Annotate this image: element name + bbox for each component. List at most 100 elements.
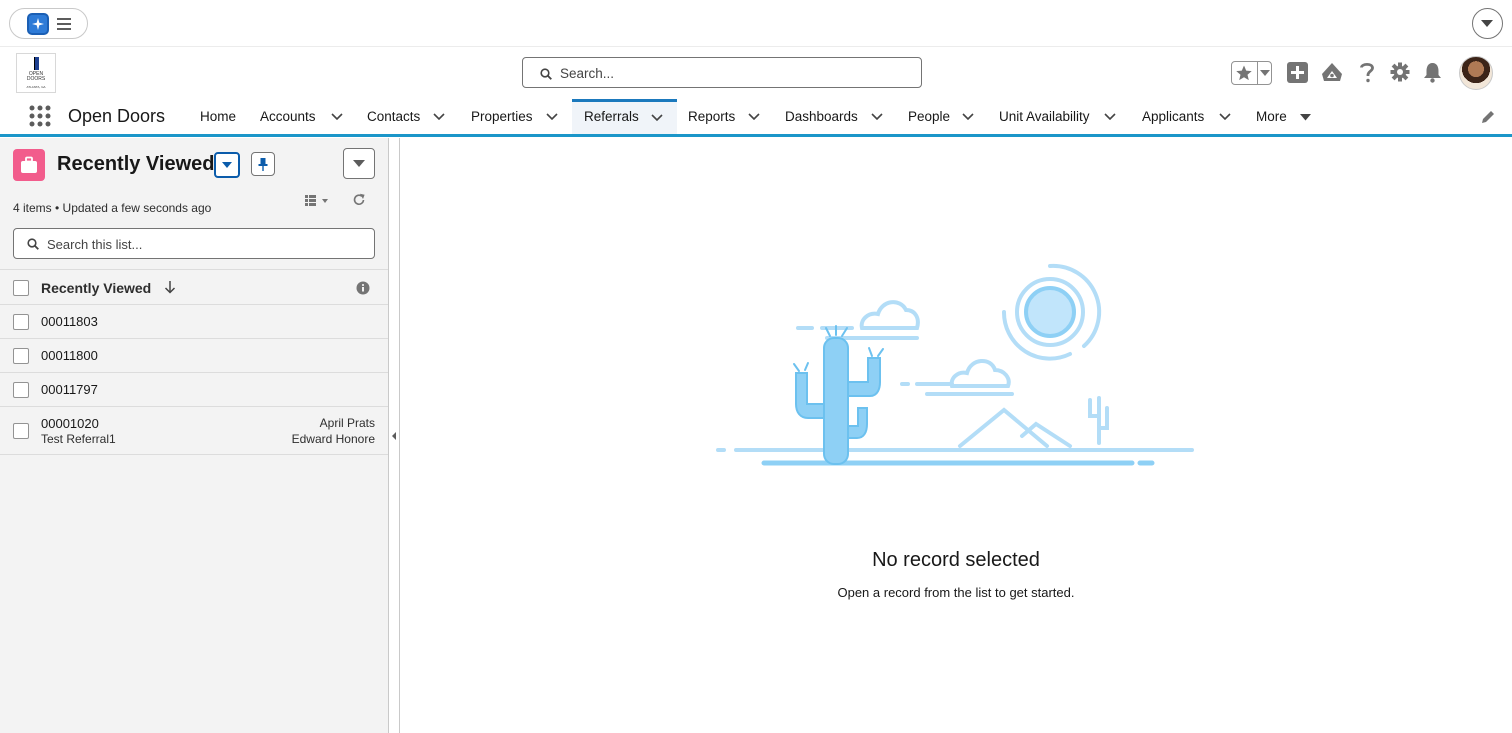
nav-item-label: Referrals <box>584 109 639 124</box>
app-launcher-icon[interactable] <box>29 105 51 127</box>
collapse-left-icon[interactable] <box>392 432 396 440</box>
logo-line-3: ATLANTA, GA <box>26 85 46 89</box>
row-checkbox[interactable] <box>13 314 29 330</box>
list-search-input[interactable] <box>47 233 367 255</box>
app-nav-bar: Open Doors Home Accounts Contacts Proper… <box>0 99 1512 137</box>
nav-item-unit-availability[interactable]: Unit Availability <box>999 99 1119 134</box>
chevron-down-icon[interactable] <box>871 113 883 120</box>
record-detail-area: No record selected Open a record from th… <box>400 138 1512 733</box>
nav-item-label: Properties <box>471 109 533 124</box>
nav-item-label: More <box>1256 109 1287 124</box>
empty-state-title: No record selected <box>872 549 1040 571</box>
list-item[interactable]: 00011800 <box>0 339 388 373</box>
nav-item-applicants[interactable]: Applicants <box>1142 99 1234 134</box>
record-field-1: April Prats <box>319 416 375 430</box>
chevron-down-icon <box>1481 20 1493 27</box>
list-panel: Recently Viewed 4 items • Updated a few … <box>0 138 389 733</box>
column-sort-label[interactable]: Recently Viewed <box>41 280 151 296</box>
nav-item-label: Dashboards <box>785 109 858 124</box>
empty-state-subtitle: Open a record from the list to get start… <box>837 585 1075 600</box>
list-item[interactable]: 00011803 <box>0 305 388 339</box>
trailhead-icon[interactable] <box>1321 62 1343 83</box>
nav-item-label: Applicants <box>1142 109 1205 124</box>
record-name[interactable]: 00001020 <box>41 416 99 431</box>
nav-item-label: Accounts <box>260 109 316 124</box>
referral-object-icon <box>13 149 45 181</box>
select-all-checkbox[interactable] <box>13 280 29 296</box>
list-view-title: Recently Viewed <box>57 153 215 175</box>
star-icon[interactable] <box>1235 64 1253 82</box>
sort-arrow-down-icon[interactable] <box>164 280 176 294</box>
nav-item-reports[interactable]: Reports <box>688 99 776 134</box>
record-subtitle: Test Referral1 <box>41 432 116 446</box>
split-view-toggle[interactable] <box>389 138 400 733</box>
chevron-down-icon[interactable] <box>546 113 558 120</box>
caret-down-icon <box>222 162 232 168</box>
row-checkbox[interactable] <box>13 348 29 364</box>
list-item[interactable]: 00011797 <box>0 373 388 407</box>
refresh-icon[interactable] <box>352 193 366 207</box>
hamburger-menu-icon <box>57 17 71 35</box>
nav-item-contacts[interactable]: Contacts <box>367 99 457 134</box>
gear-icon[interactable] <box>1390 62 1410 82</box>
nav-item-dashboards[interactable]: Dashboards <box>785 99 885 134</box>
top-dropdown-button[interactable] <box>1472 8 1503 39</box>
list-item[interactable]: 00001020 Test Referral1 April Prats Edwa… <box>0 407 388 455</box>
avatar[interactable] <box>1459 56 1493 90</box>
record-name[interactable]: 00011803 <box>41 314 98 329</box>
list-actions-menu-button[interactable] <box>343 148 375 179</box>
chevron-down-icon[interactable] <box>962 113 974 120</box>
top-strip <box>0 0 1512 47</box>
row-checkbox[interactable] <box>13 382 29 398</box>
record-field-2: Edward Honore <box>291 432 375 446</box>
pin-list-button[interactable] <box>251 152 275 176</box>
bell-icon[interactable] <box>1423 62 1442 83</box>
door-logo-icon <box>34 57 39 70</box>
chevron-down-icon[interactable] <box>1260 70 1270 77</box>
nav-item-properties[interactable]: Properties <box>471 99 571 134</box>
chevron-down-icon[interactable] <box>1219 113 1231 120</box>
briefcase-icon <box>21 156 37 173</box>
nav-item-people[interactable]: People <box>908 99 988 134</box>
caret-down-icon <box>353 160 365 167</box>
chevron-down-icon[interactable] <box>331 113 343 120</box>
list-view-picker-button[interactable] <box>214 152 240 178</box>
help-icon[interactable] <box>1359 61 1375 83</box>
chevron-down-icon[interactable] <box>651 114 663 121</box>
pin-icon <box>258 158 268 171</box>
favorites-button-group[interactable] <box>1231 61 1272 85</box>
nav-item-label: Reports <box>688 109 736 124</box>
caret-down-icon[interactable] <box>1300 114 1311 121</box>
sparkle-icon <box>27 13 49 35</box>
nav-item-label: Contacts <box>367 109 421 124</box>
chevron-down-icon[interactable] <box>1104 113 1116 120</box>
info-icon[interactable] <box>356 281 370 295</box>
org-logo[interactable]: OPEN DOORS ATLANTA, GA <box>16 53 56 93</box>
global-search[interactable] <box>522 57 922 88</box>
nav-item-more[interactable]: More <box>1256 99 1316 134</box>
nav-item-accounts[interactable]: Accounts <box>260 99 356 134</box>
nav-item-label: People <box>908 109 951 124</box>
edit-nav-icon[interactable] <box>1481 110 1495 124</box>
nav-item-referrals[interactable]: Referrals <box>572 99 677 134</box>
chevron-down-icon[interactable] <box>433 113 445 120</box>
global-search-input[interactable] <box>560 62 910 84</box>
row-checkbox[interactable] <box>13 423 29 439</box>
list-column-header: Recently Viewed <box>0 269 388 305</box>
add-icon[interactable] <box>1287 62 1308 83</box>
search-icon <box>27 238 39 250</box>
display-as-table-icon[interactable] <box>304 194 330 208</box>
record-name[interactable]: 00011797 <box>41 382 98 397</box>
chevron-down-icon[interactable] <box>748 113 760 120</box>
nav-item-home[interactable]: Home <box>200 99 240 134</box>
logo-line-2: DOORS <box>26 76 46 82</box>
divider <box>1257 62 1258 84</box>
nav-item-label: Unit Availability <box>999 109 1090 124</box>
agent-toggle-button[interactable] <box>9 8 88 39</box>
record-name[interactable]: 00011800 <box>41 348 98 363</box>
app-name: Open Doors <box>68 106 166 126</box>
global-header: OPEN DOORS ATLANTA, GA <box>0 47 1512 99</box>
desert-illustration <box>716 263 1194 466</box>
search-icon <box>540 68 552 80</box>
list-search[interactable] <box>13 228 375 259</box>
